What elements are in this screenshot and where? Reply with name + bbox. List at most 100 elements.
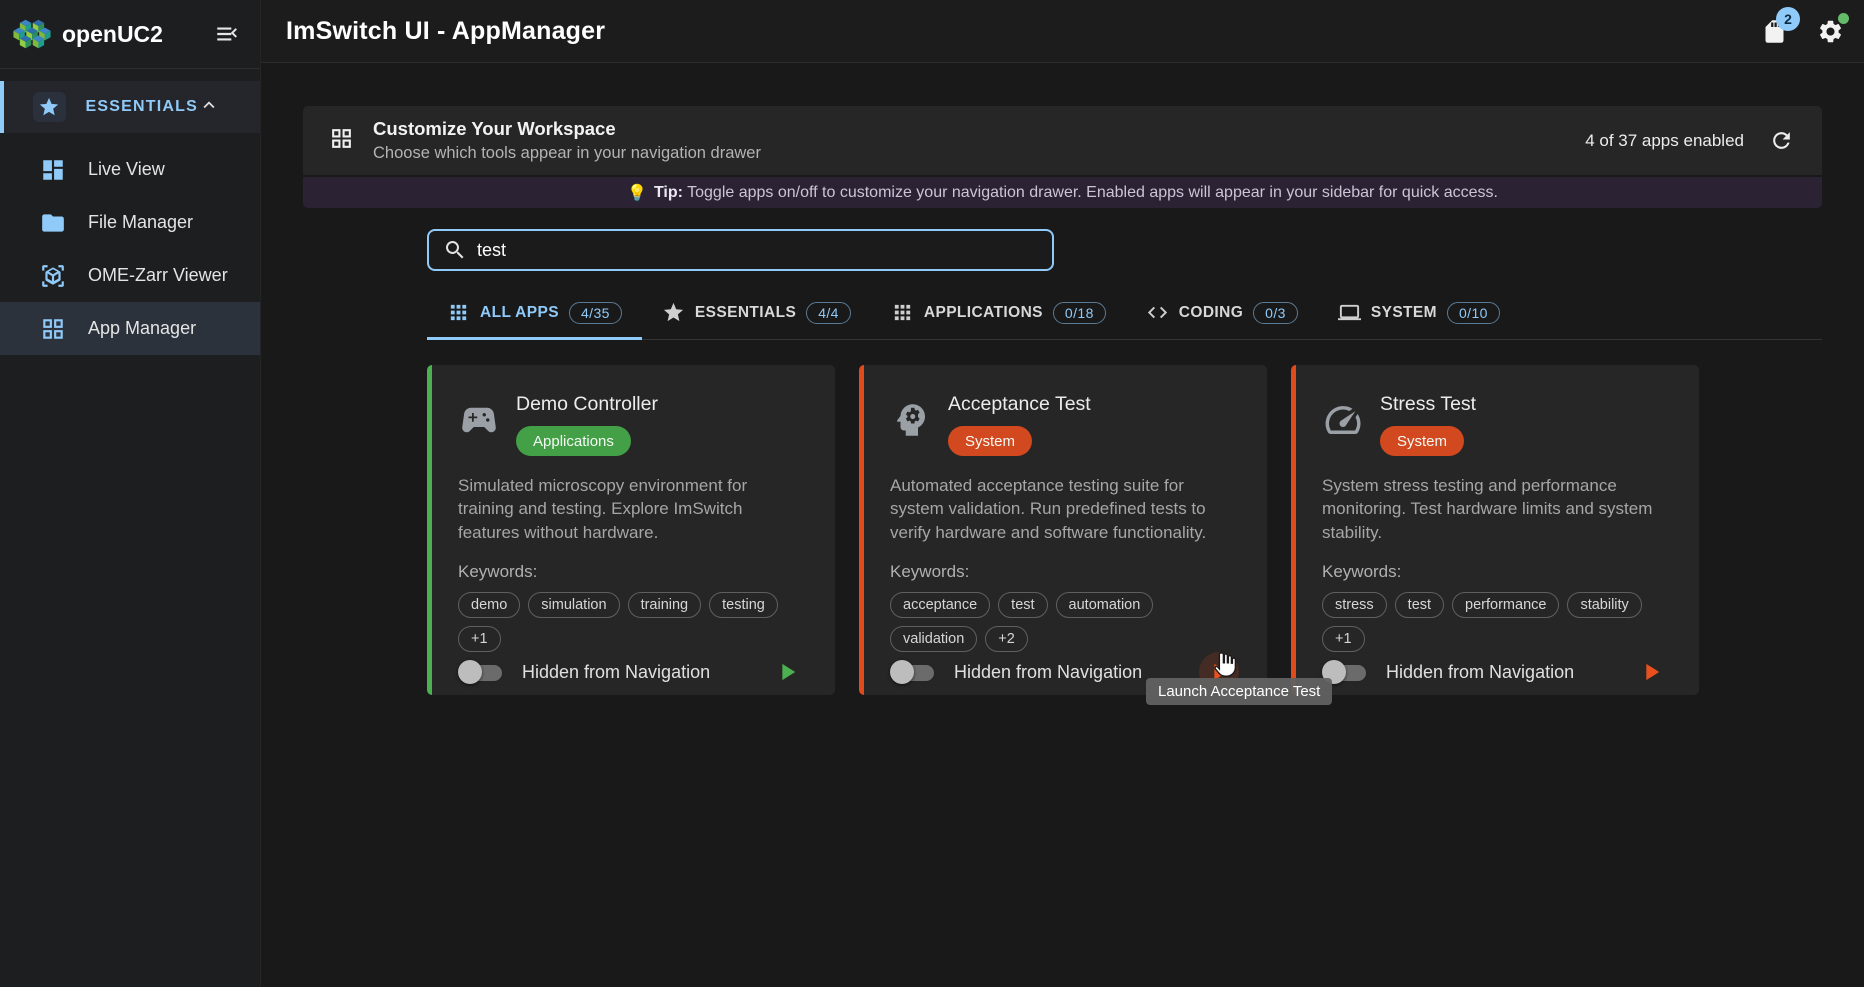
collapse-sidebar-button[interactable]	[212, 19, 242, 49]
storage-button[interactable]: 2	[1758, 15, 1790, 47]
cursor-pointer	[1209, 650, 1239, 680]
sidebar-header: openUC2	[0, 0, 260, 69]
category-tabs: ALL APPS 4/35 ESSENTIALS 4/4 APPLICATION…	[427, 287, 1822, 340]
menu-open-icon	[214, 21, 240, 47]
star-icon	[38, 96, 60, 118]
category-badge: System	[948, 426, 1032, 456]
lightbulb-icon: 💡	[627, 183, 647, 203]
workspace-header: Customize Your Workspace Choose which to…	[303, 106, 1822, 175]
storage-badge: 2	[1776, 7, 1800, 31]
keyword-chip: test	[1395, 592, 1444, 618]
section-label: ESSENTIALS	[86, 98, 198, 116]
keyword-chip-more: +1	[1322, 626, 1365, 652]
tip-banner: 💡 Tip: Toggle apps on/off to customize y…	[303, 177, 1822, 208]
tab-label: ALL APPS	[480, 304, 559, 322]
tab-badge: 0/18	[1053, 302, 1106, 324]
sidebar-item-file-manager[interactable]: File Manager	[0, 196, 260, 249]
tab-badge: 4/4	[806, 302, 851, 324]
app-description: Automated acceptance testing suite for s…	[890, 474, 1239, 544]
workspace-subtitle: Choose which tools appear in your naviga…	[373, 144, 761, 163]
content: Customize Your Workspace Choose which to…	[261, 63, 1864, 695]
settings-button[interactable]	[1814, 15, 1846, 47]
keyword-chips: acceptance test automation validation +2	[890, 592, 1239, 652]
toggle-label: Hidden from Navigation	[954, 662, 1142, 683]
apps-icon	[891, 301, 914, 324]
tab-all-apps[interactable]: ALL APPS 4/35	[427, 287, 642, 339]
keyword-chips: demo simulation training testing +1	[458, 592, 807, 652]
tab-badge: 4/35	[569, 302, 622, 324]
search-input[interactable]	[477, 240, 1038, 261]
keywords-label: Keywords:	[458, 562, 807, 582]
keywords-label: Keywords:	[890, 562, 1239, 582]
keyword-chips: stress test performance stability +1	[1322, 592, 1671, 652]
star-icon	[662, 301, 685, 324]
apps-enabled-count: 4 of 37 apps enabled	[1585, 131, 1744, 151]
dashboard-icon	[40, 157, 66, 183]
sidebar-item-label: File Manager	[88, 212, 193, 233]
tab-label: ESSENTIALS	[695, 304, 796, 322]
speedometer-icon	[1322, 399, 1366, 456]
workspace-title: Customize Your Workspace	[373, 118, 761, 140]
tab-system[interactable]: SYSTEM 0/10	[1318, 287, 1520, 339]
workspace-actions: 4 of 37 apps enabled	[1585, 126, 1796, 156]
app-card-demo-controller: Demo Controller Applications Simulated m…	[427, 365, 835, 695]
keyword-chip: automation	[1056, 592, 1154, 618]
launch-demo-controller-button[interactable]	[767, 652, 807, 692]
workspace-titles: Customize Your Workspace Choose which to…	[373, 118, 761, 163]
keyword-chip: stress	[1322, 592, 1387, 618]
keywords-label: Keywords:	[1322, 562, 1671, 582]
openuc2-logo	[12, 13, 52, 55]
keyword-chip-more: +1	[458, 626, 501, 652]
sidebar-item-app-manager[interactable]: App Manager	[0, 302, 260, 355]
tab-badge: 0/10	[1447, 302, 1500, 324]
hidden-toggle[interactable]	[890, 659, 938, 685]
app-card-acceptance-test: Acceptance Test System Automated accepta…	[859, 365, 1267, 695]
sidebar-item-live-view[interactable]: Live View	[0, 143, 260, 196]
launch-stress-test-button[interactable]	[1631, 652, 1671, 692]
refresh-icon	[1769, 128, 1794, 153]
code-icon	[1146, 301, 1169, 324]
tab-label: APPLICATIONS	[924, 304, 1043, 322]
hidden-toggle[interactable]	[458, 659, 506, 685]
app-title: Demo Controller	[516, 393, 658, 416]
brand-name: openUC2	[62, 21, 163, 48]
app-title: Stress Test	[1380, 393, 1476, 416]
keyword-chip: validation	[890, 626, 977, 652]
app-description: Simulated microscopy environment for tra…	[458, 474, 807, 544]
folder-icon	[40, 210, 66, 236]
computer-icon	[1338, 301, 1361, 324]
workspace-grid-icon	[329, 126, 354, 156]
keyword-chip: training	[628, 592, 702, 618]
play-icon	[773, 658, 801, 686]
sidebar-item-ome-zarr-viewer[interactable]: OME-Zarr Viewer	[0, 249, 260, 302]
keyword-chip: demo	[458, 592, 520, 618]
category-badge: Applications	[516, 426, 631, 456]
app-card-stress-test: Stress Test System System stress testing…	[1291, 365, 1699, 695]
keyword-chip: performance	[1452, 592, 1559, 618]
search-icon	[443, 238, 467, 262]
tab-label: SYSTEM	[1371, 304, 1437, 322]
grid-view-icon	[40, 316, 66, 342]
cube-ar-icon	[40, 263, 66, 289]
tab-label: CODING	[1179, 304, 1243, 322]
keyword-chip: testing	[709, 592, 778, 618]
sidebar-section-essentials[interactable]: ESSENTIALS	[0, 81, 260, 133]
category-badge: System	[1380, 426, 1464, 456]
sidebar-nav: Live View File Manager OME-Zarr Viewer A…	[0, 143, 260, 355]
tab-applications[interactable]: APPLICATIONS 0/18	[871, 287, 1126, 339]
sidebar-item-label: App Manager	[88, 318, 196, 339]
tab-coding[interactable]: CODING 0/3	[1126, 287, 1318, 339]
star-chip	[33, 92, 66, 122]
refresh-button[interactable]	[1766, 126, 1796, 156]
apps-section: ALL APPS 4/35 ESSENTIALS 4/4 APPLICATION…	[427, 229, 1822, 695]
chevron-up-icon[interactable]	[198, 94, 220, 121]
page-title: ImSwitch UI - AppManager	[286, 17, 605, 46]
tab-essentials[interactable]: ESSENTIALS 4/4	[642, 287, 871, 339]
topbar-actions: 2	[1758, 15, 1846, 47]
toggle-label: Hidden from Navigation	[1386, 662, 1574, 683]
search-box	[427, 229, 1054, 271]
app-description: System stress testing and performance mo…	[1322, 474, 1671, 544]
tip-label: Tip:	[654, 184, 683, 201]
keyword-chip: acceptance	[890, 592, 990, 618]
tip-text: Toggle apps on/off to customize your nav…	[687, 184, 1498, 201]
